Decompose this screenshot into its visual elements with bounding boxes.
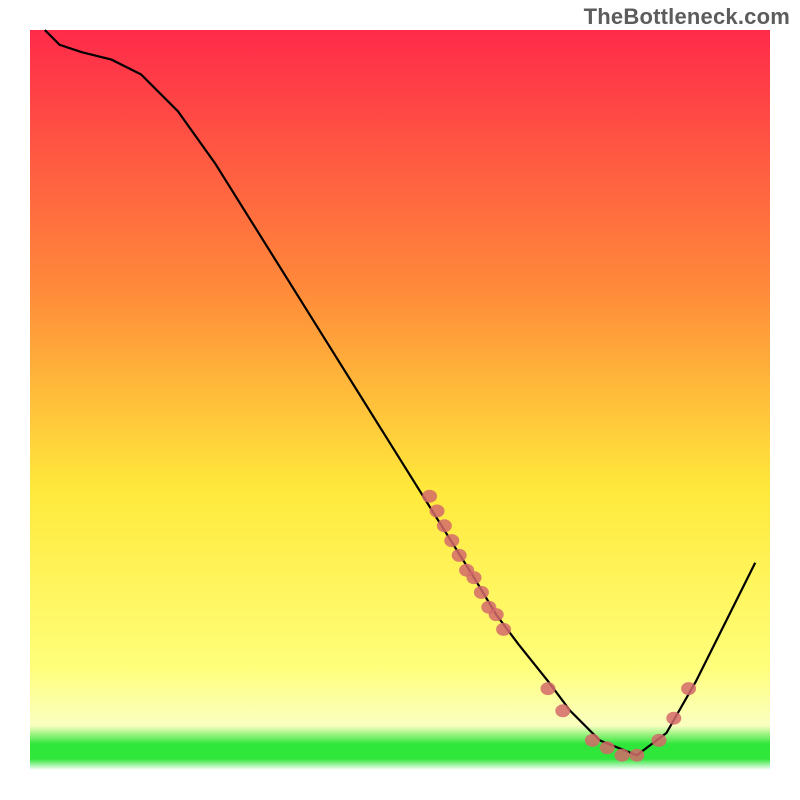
data-point <box>681 682 696 695</box>
data-point <box>422 490 437 503</box>
data-point <box>444 534 459 547</box>
watermark-text: TheBottleneck.com <box>584 4 790 30</box>
data-point <box>615 749 630 762</box>
data-point <box>600 741 615 754</box>
data-point <box>541 682 556 695</box>
data-point <box>437 519 452 532</box>
data-point <box>496 623 511 636</box>
data-point <box>629 749 644 762</box>
bottleneck-chart <box>0 0 800 800</box>
data-point <box>452 549 467 562</box>
data-point <box>489 608 504 621</box>
data-point <box>652 734 667 747</box>
data-point <box>555 704 570 717</box>
chart-container: TheBottleneck.com <box>0 0 800 800</box>
data-point <box>430 505 445 518</box>
plot-background <box>30 30 770 770</box>
data-point <box>474 586 489 599</box>
data-point <box>585 734 600 747</box>
data-point <box>467 571 482 584</box>
data-point <box>666 712 681 725</box>
